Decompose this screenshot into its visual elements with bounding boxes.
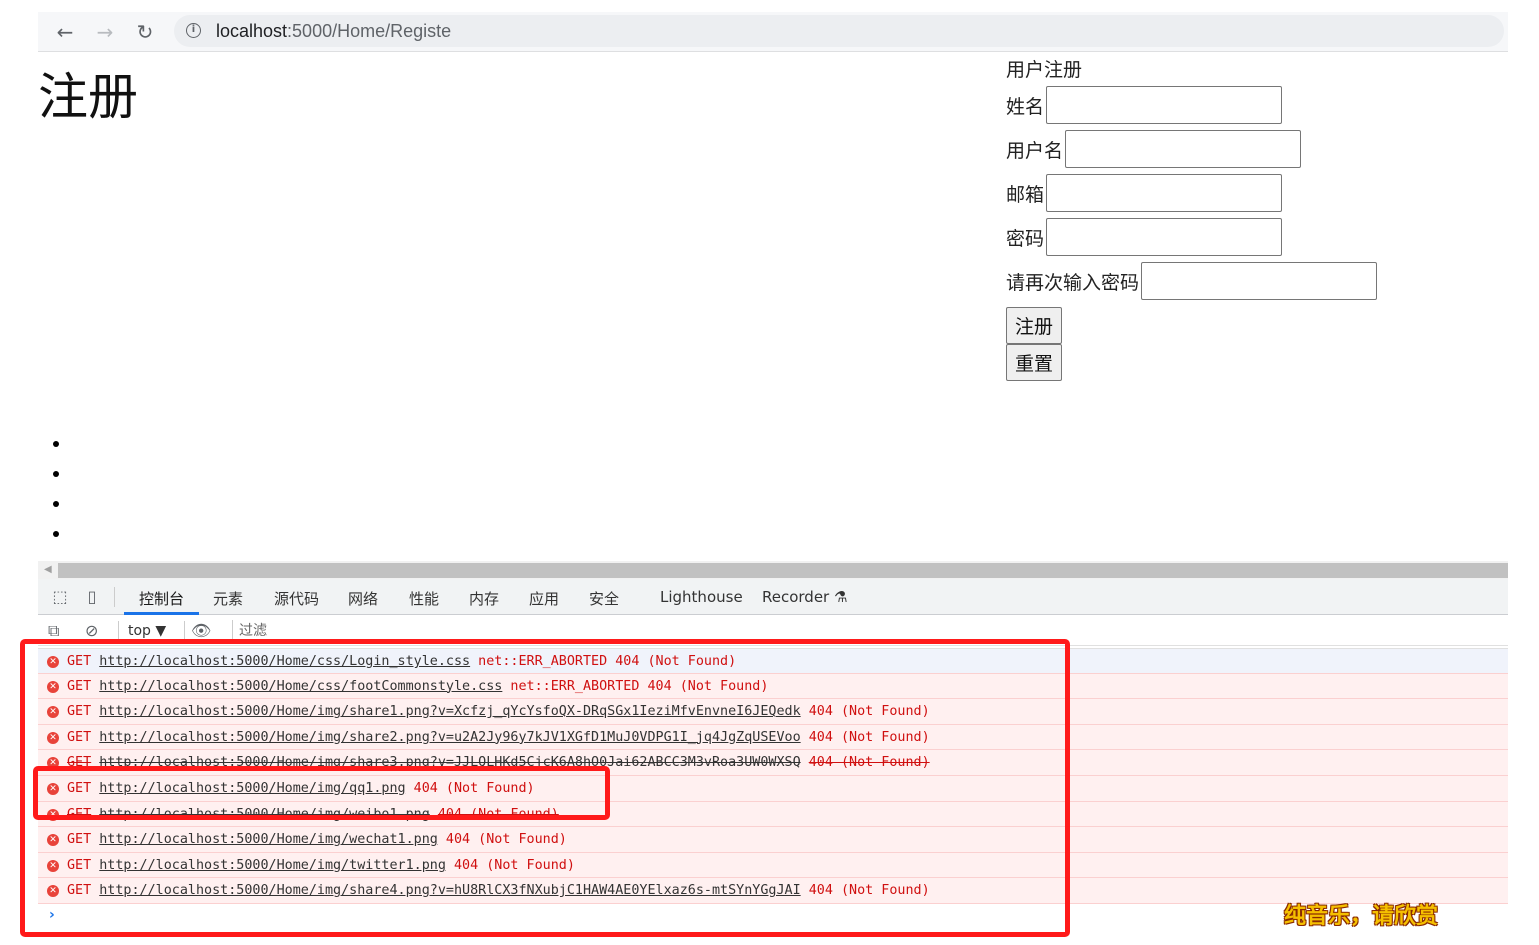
scroll-left-icon[interactable]: ◀: [44, 564, 52, 575]
context-selector[interactable]: top ▼: [128, 623, 166, 639]
password-input[interactable]: [1046, 218, 1283, 256]
site-info-icon[interactable]: i: [186, 23, 201, 38]
browser-toolbar: ← → ↻ i localhost:5000/Home/Registe: [38, 12, 1508, 52]
forward-arrow-icon[interactable]: →: [91, 18, 119, 46]
tab-memory[interactable]: 内存: [469, 588, 499, 609]
field-row-email: 邮箱: [1006, 171, 1377, 215]
reload-icon[interactable]: ↻: [131, 18, 159, 46]
devtools-tabbar: ⬚ ▯ 控制台 元素 源代码 网络 性能 内存 应用 安全 Lighthouse…: [38, 579, 1508, 615]
field-row-confirm-password: 请再次输入密码: [1006, 259, 1378, 303]
field-row-username: 用户名: [1006, 127, 1377, 171]
tab-security[interactable]: 安全: [589, 588, 619, 609]
tab-elements[interactable]: 元素: [213, 588, 243, 609]
tab-application[interactable]: 应用: [529, 588, 559, 609]
field-row-name: 姓名: [1006, 83, 1377, 127]
address-bar[interactable]: i localhost:5000/Home/Registe: [174, 15, 1504, 47]
name-label: 姓名: [1006, 95, 1045, 118]
tab-recorder[interactable]: Recorder ⚗: [762, 588, 847, 606]
username-input[interactable]: [1065, 130, 1302, 168]
tab-network[interactable]: 网络: [348, 588, 378, 609]
divider: [114, 587, 115, 607]
tab-performance[interactable]: 性能: [409, 588, 439, 609]
active-tab-indicator: [124, 612, 199, 615]
sidebar-toggle-icon[interactable]: ⧉: [48, 621, 59, 641]
email-label: 邮箱: [1006, 183, 1045, 206]
address-url[interactable]: localhost:5000/Home/Registe: [216, 21, 451, 42]
reset-button[interactable]: 重置: [1006, 344, 1063, 381]
empty-list: [64, 431, 72, 551]
device-toolbar-icon[interactable]: ▯: [82, 587, 102, 607]
horizontal-scrollbar[interactable]: ◀: [38, 561, 1508, 579]
url-host: localhost: [216, 21, 288, 41]
tab-console[interactable]: 控制台: [139, 588, 184, 609]
username-label: 用户名: [1006, 139, 1064, 162]
divider: [118, 621, 119, 641]
register-form: 用户注册 姓名 用户名 邮箱 密码 请再次输入密码 注册 重置: [1006, 57, 1378, 381]
confirm-password-label: 请再次输入密码: [1006, 271, 1140, 294]
annotation-box-qq1: [33, 766, 610, 820]
field-row-password: 密码: [1006, 215, 1377, 259]
form-caption: 用户注册: [1006, 59, 1083, 81]
divider: [184, 621, 185, 641]
tab-recorder-label: Recorder: [762, 588, 830, 606]
url-path: :5000/Home/Registe: [287, 21, 452, 41]
email-input[interactable]: [1046, 174, 1283, 212]
name-input[interactable]: [1046, 86, 1283, 124]
submit-button[interactable]: 注册: [1006, 307, 1063, 344]
page-viewport: 注册 用户注册 姓名 用户名 邮箱 密码 请再次输入密码 注册 重置: [38, 53, 1508, 561]
tab-lighthouse[interactable]: Lighthouse: [660, 588, 743, 606]
confirm-password-input[interactable]: [1141, 262, 1378, 300]
inspect-element-icon[interactable]: ⬚: [50, 587, 70, 607]
watermark: 纯音乐，请欣赏: [1284, 904, 1439, 929]
page-title: 注册: [38, 68, 138, 126]
tab-sources[interactable]: 源代码: [274, 588, 319, 609]
clear-console-icon[interactable]: ⊘: [85, 621, 98, 640]
password-label: 密码: [1006, 227, 1045, 250]
scrollbar-thumb[interactable]: [58, 563, 1508, 578]
back-arrow-icon[interactable]: ←: [51, 18, 79, 46]
flask-icon: ⚗: [834, 588, 848, 606]
eye-icon[interactable]: 👁: [191, 621, 211, 640]
